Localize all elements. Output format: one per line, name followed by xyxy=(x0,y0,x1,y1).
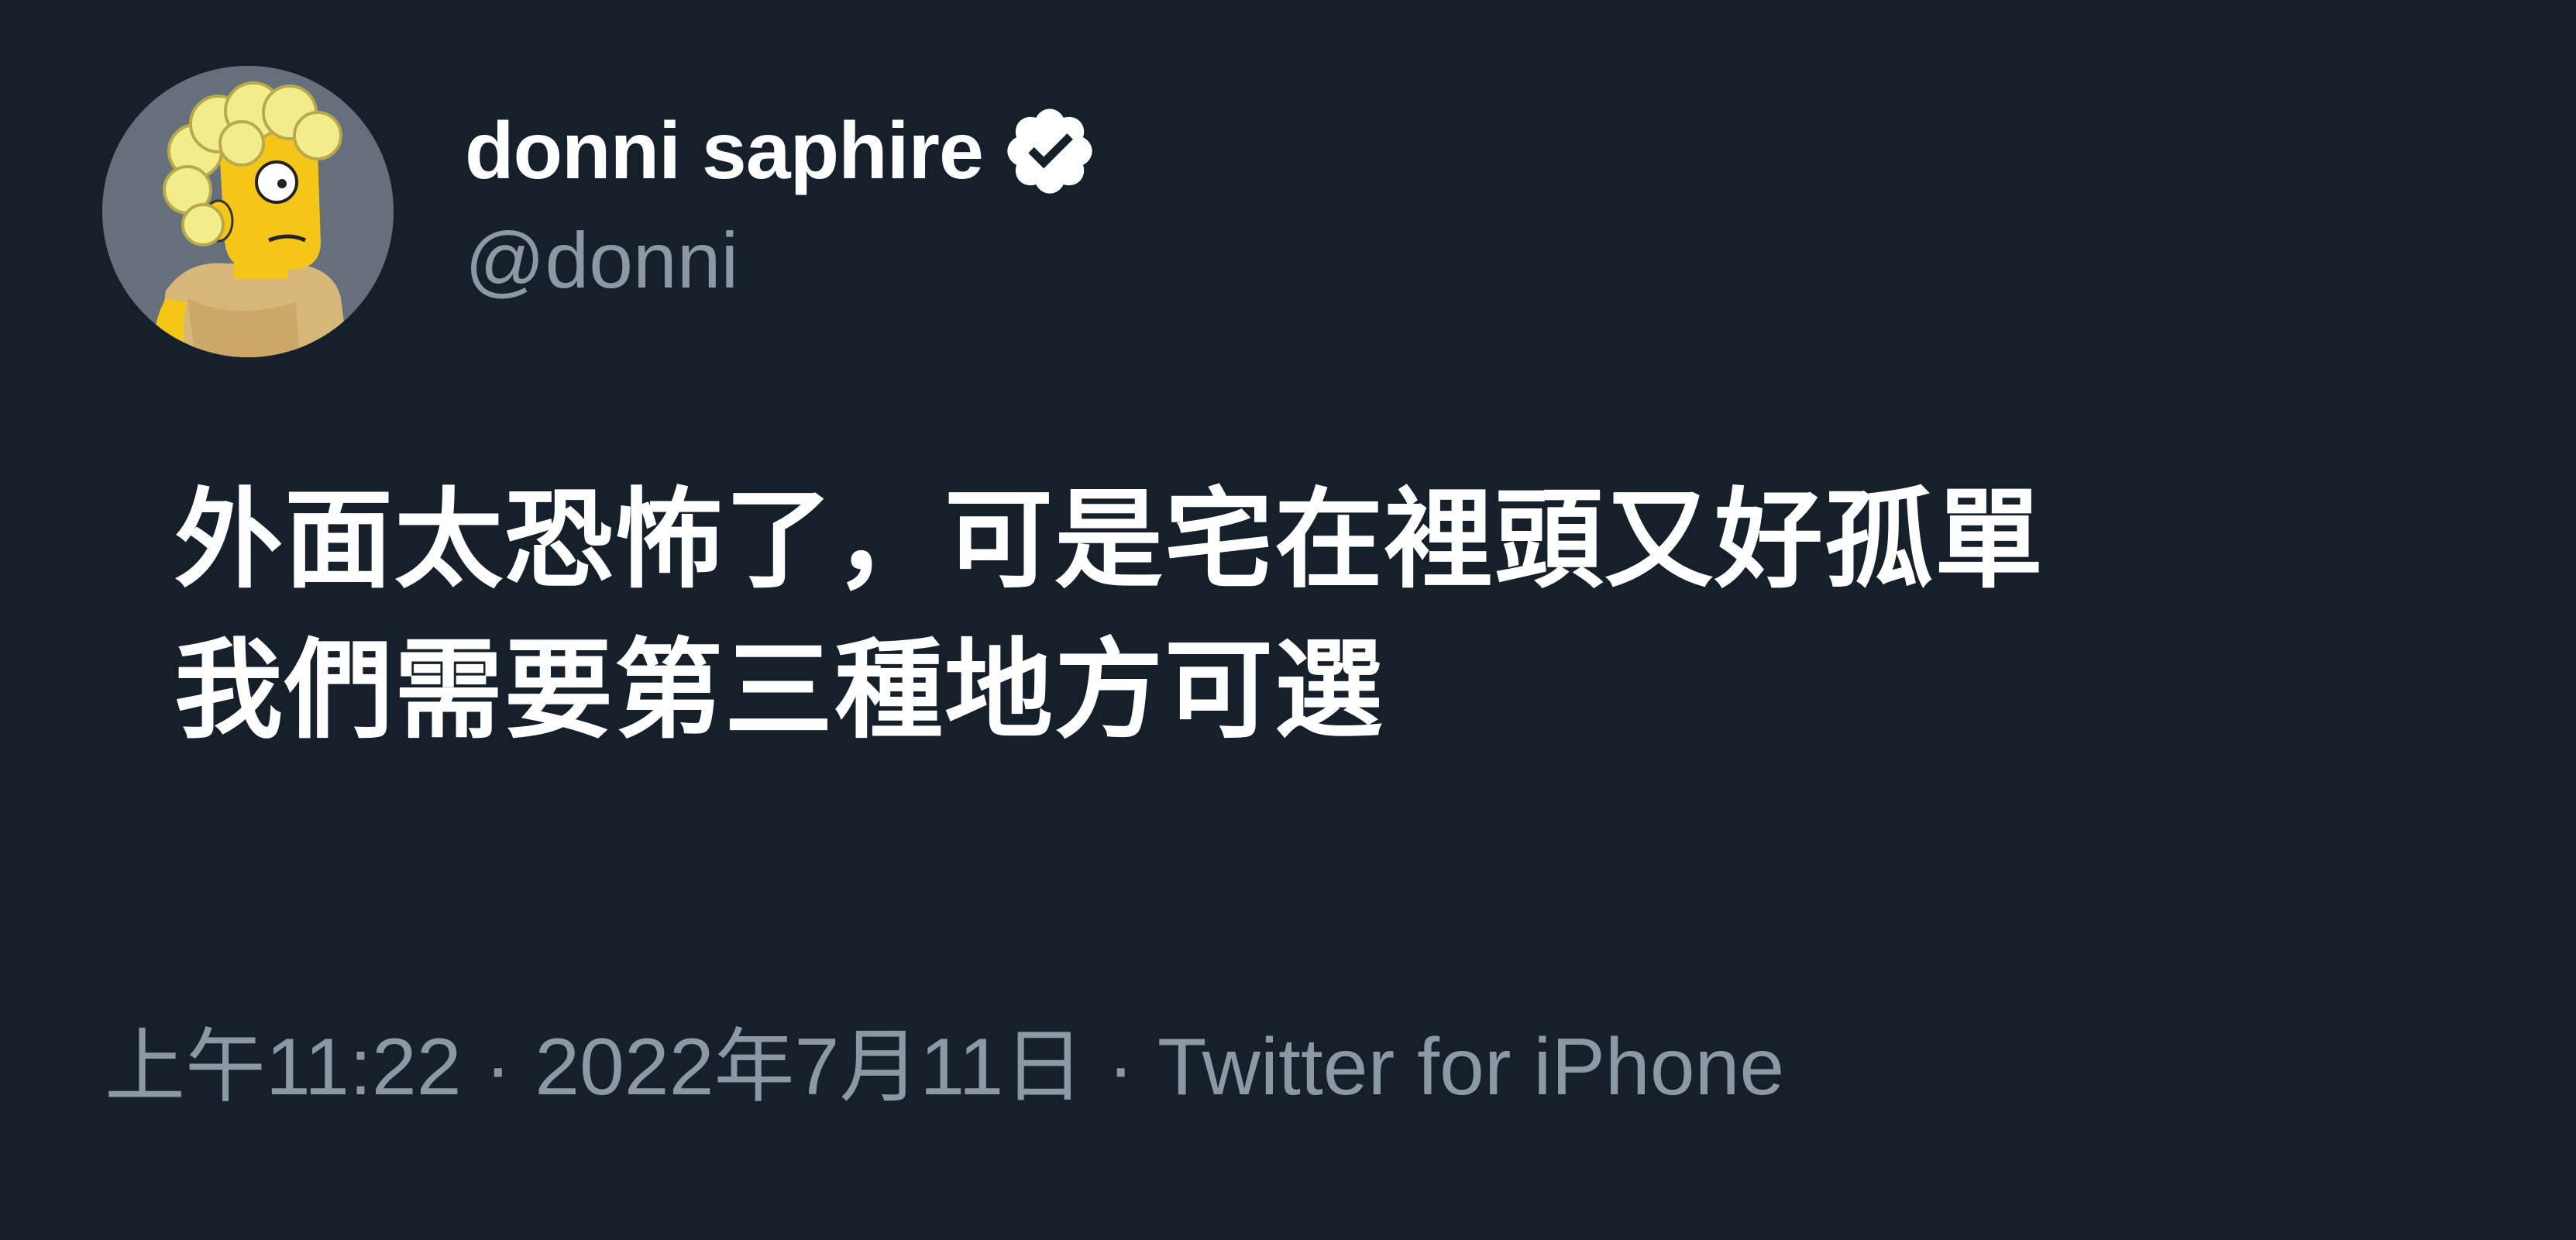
tweet-source[interactable]: Twitter for iPhone xyxy=(1157,1027,1784,1107)
tweet-metadata: 上午11:22 · 2022年7月11日 · Twitter for iPhon… xyxy=(105,1027,1784,1107)
tweet-detail: donni saphire @donni 外面太恐怖了，可是宅在裡頭又好孤單 我… xyxy=(0,0,2576,1240)
display-name[interactable]: donni saphire xyxy=(465,111,984,191)
verified-badge-icon xyxy=(1000,102,1099,201)
tweet-text: 外面太恐怖了，可是宅在裡頭又好孤單 我們需要第三種地方可選 xyxy=(174,465,2045,766)
avatar[interactable] xyxy=(102,66,394,357)
meta-separator: · xyxy=(1107,1022,1134,1112)
tweet-text-line: 我們需要第三種地方可選 xyxy=(174,627,1385,754)
tweet-date[interactable]: 2022年7月11日 xyxy=(535,1027,1084,1107)
author-handle[interactable]: @donni xyxy=(465,221,738,300)
tweet-text-line: 外面太恐怖了，可是宅在裡頭又好孤單 xyxy=(174,477,2045,604)
meta-separator: · xyxy=(484,1022,512,1112)
tweet-time[interactable]: 上午11:22 xyxy=(105,1027,462,1107)
author-name-row[interactable]: donni saphire xyxy=(465,93,1099,209)
avatar-image xyxy=(102,66,394,357)
